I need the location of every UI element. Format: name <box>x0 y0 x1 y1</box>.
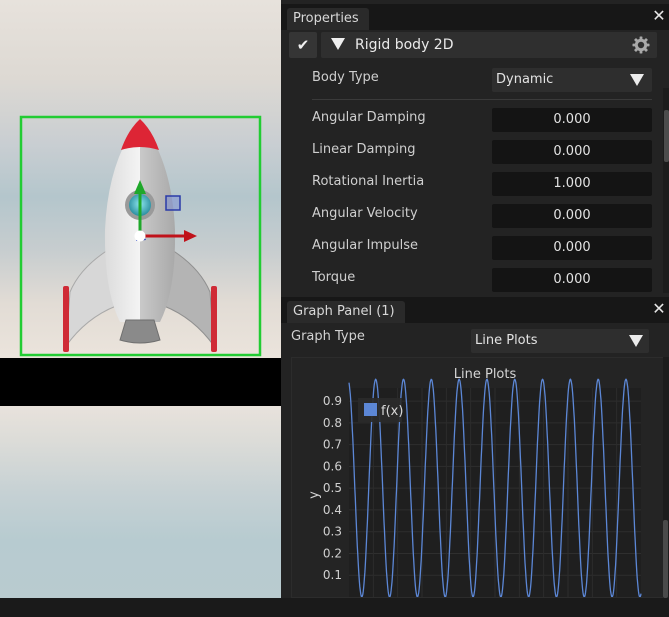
angular-velocity-input[interactable]: 0.000 <box>492 204 652 228</box>
y-tick-label: 0.7 <box>323 438 342 452</box>
scene-viewport[interactable] <box>0 0 281 598</box>
legend[interactable]: f(x) <box>358 398 403 422</box>
body-type-dropdown[interactable]: Dynamic <box>492 68 652 92</box>
rotational-inertia-row: Rotational Inertia 1.000 <box>312 170 652 196</box>
rocket-fin-tip-left <box>63 286 69 352</box>
chevron-down-icon[interactable] <box>630 74 644 86</box>
torque-row: Torque 0.000 <box>312 266 652 292</box>
close-icon[interactable]: ✕ <box>651 299 667 319</box>
divider <box>312 99 652 100</box>
graph-type-value: Line Plots <box>475 333 538 348</box>
gizmo-x-arrowhead[interactable] <box>184 230 197 242</box>
component-collapse-bar[interactable]: Rigid body 2D <box>321 32 657 58</box>
angular-impulse-input[interactable]: 0.000 <box>492 236 652 260</box>
scene-canvas <box>19 115 262 357</box>
component-header: ✔ Rigid body 2D <box>289 32 657 60</box>
angular-damping-row: Angular Damping 0.000 <box>312 106 652 132</box>
gear-icon[interactable] <box>631 35 651 55</box>
properties-tabbar: Properties ✕ <box>281 4 669 30</box>
y-tick-labels: 0.9 0.8 0.7 0.6 0.5 0.4 0.3 0.2 0.1 <box>323 394 342 582</box>
y-tick-label: 0.6 <box>323 459 342 473</box>
properties-panel: Properties ✕ ✔ Rigid body 2D Body Type D… <box>281 0 669 295</box>
y-tick-label: 0.8 <box>323 416 342 430</box>
y-tick-label: 0.4 <box>323 503 342 517</box>
angular-impulse-label: Angular Impulse <box>312 238 419 253</box>
plot-canvas: Line Plots y 0.9 0.8 0.7 0.6 0.5 0.4 0.3 0.2 0.1… <box>307 367 642 597</box>
body-type-label: Body Type <box>312 70 379 85</box>
y-tick-label: 0.2 <box>323 546 342 560</box>
angular-damping-label: Angular Damping <box>312 110 426 125</box>
gizmo-center-handle[interactable] <box>134 230 146 242</box>
angular-impulse-row: Angular Impulse 0.000 <box>312 234 652 260</box>
angular-velocity-row: Angular Velocity 0.000 <box>312 202 652 228</box>
graph-type-dropdown[interactable]: Line Plots <box>471 329 649 353</box>
y-tick-label: 0.9 <box>323 394 342 408</box>
status-bar <box>0 598 669 617</box>
angular-velocity-label: Angular Velocity <box>312 206 418 221</box>
torque-label: Torque <box>312 270 356 285</box>
linear-damping-row: Linear Damping 0.000 <box>312 138 652 164</box>
body-type-value: Dynamic <box>496 72 554 87</box>
plot-title: Line Plots <box>454 367 517 382</box>
graph-type-label: Graph Type <box>291 329 365 344</box>
linear-damping-label: Linear Damping <box>312 142 416 157</box>
graph-panel-tab[interactable]: Graph Panel (1) <box>287 301 405 323</box>
torque-input[interactable]: 0.000 <box>492 268 652 292</box>
rocket-fin-tip-right <box>211 286 217 352</box>
y-axis-label: y <box>307 491 322 499</box>
graph-panel: Graph Panel (1) ✕ Graph Type Line Plots … <box>281 295 669 598</box>
legend-label: f(x) <box>381 404 403 419</box>
rocket-body-right <box>140 120 176 322</box>
rotational-inertia-label: Rotational Inertia <box>312 174 425 189</box>
angular-damping-input[interactable]: 0.000 <box>492 108 652 132</box>
graph-tabbar: Graph Panel (1) ✕ <box>281 297 669 323</box>
graph-scrollbar-thumb[interactable] <box>663 520 668 598</box>
inspector-area: Properties ✕ ✔ Rigid body 2D Body Type D… <box>281 0 669 598</box>
rocket-nozzle <box>119 319 161 344</box>
component-title: Rigid body 2D <box>355 37 454 53</box>
y-tick-label: 0.1 <box>323 568 342 582</box>
y-tick-label: 0.5 <box>323 481 342 495</box>
rocket-body-left <box>104 120 140 322</box>
chevron-down-icon[interactable] <box>629 335 643 347</box>
close-icon[interactable]: ✕ <box>651 6 667 26</box>
y-tick-label: 0.3 <box>323 525 342 539</box>
properties-tab[interactable]: Properties <box>287 8 369 30</box>
linear-damping-input[interactable]: 0.000 <box>492 140 652 164</box>
rocket-nose <box>121 119 159 150</box>
legend-swatch <box>364 403 377 416</box>
rotational-inertia-input[interactable]: 1.000 <box>492 172 652 196</box>
properties-scrollbar-thumb[interactable] <box>664 110 669 162</box>
gizmo-plane-handle[interactable] <box>165 195 181 211</box>
component-enabled-checkbox[interactable]: ✔ <box>289 32 317 58</box>
collapse-arrow-icon[interactable] <box>331 38 345 50</box>
line-plot[interactable]: Line Plots y 0.9 0.8 0.7 0.6 0.5 0.4 0.3 0.2 0.1… <box>291 357 664 598</box>
